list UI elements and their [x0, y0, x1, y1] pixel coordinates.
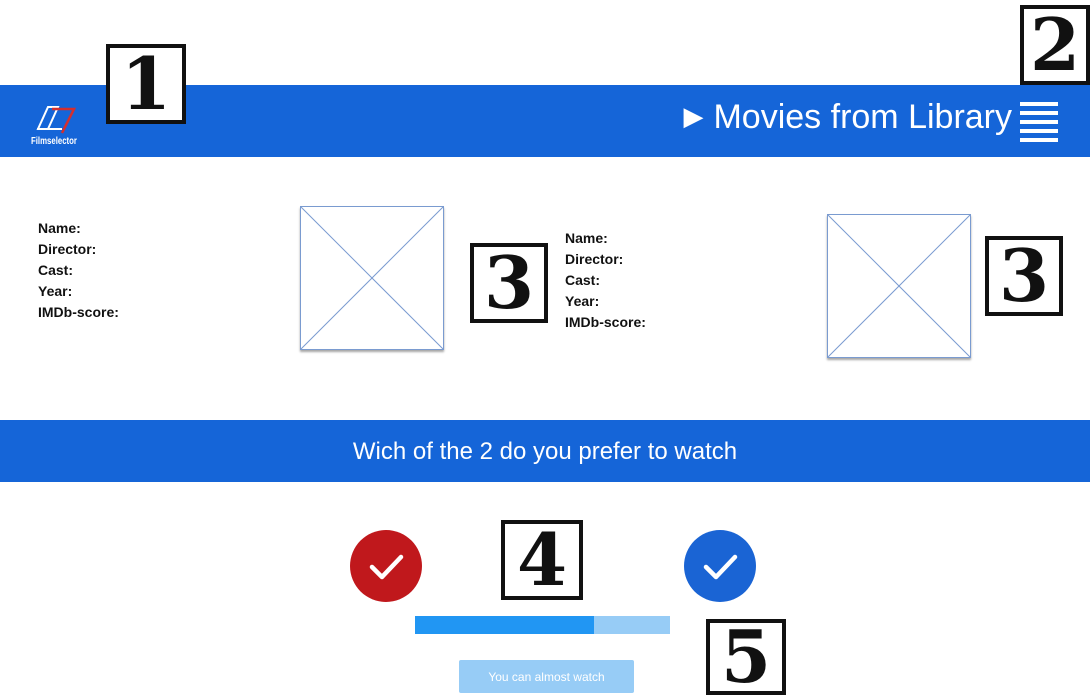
page-title: ▶ Movies from Library: [683, 98, 1012, 137]
movie-2-cast-label: Cast:: [565, 272, 601, 288]
check-icon: [369, 554, 404, 580]
callout-5: 5: [706, 619, 786, 695]
movie-1-name-label: Name:: [38, 220, 81, 236]
movie-1-year-label: Year:: [38, 283, 73, 299]
movie-2-year-label: Year:: [565, 293, 600, 309]
movie-2-details: Name: Director: Cast: Year: IMDb-score:: [565, 228, 646, 333]
page-title-text: Movies from Library: [713, 98, 1012, 136]
callout-4: 4: [501, 520, 583, 600]
movie-2-imdb-label: IMDb-score:: [565, 314, 646, 330]
callout-1: 1: [106, 44, 186, 124]
play-arrow-icon: ▶: [683, 101, 704, 131]
logo-wordmark: Filmselector: [31, 136, 77, 147]
movie-1-director-label: Director:: [38, 241, 97, 257]
movie-1-cast-label: Cast:: [38, 262, 74, 278]
choose-movie-2-button[interactable]: [684, 530, 756, 602]
movie-2-name-label: Name:: [565, 230, 608, 246]
movie-2-poster-image[interactable]: [827, 214, 971, 358]
movie-1-imdb-label: IMDb-score:: [38, 304, 119, 320]
check-icon: [703, 554, 738, 580]
movie-1-details: Name: Director: Cast: Year: IMDb-score:: [38, 218, 119, 323]
callout-3b: 3: [985, 236, 1063, 316]
progress-bar-fill: [415, 616, 594, 634]
question-text: Wich of the 2 do you prefer to watch: [352, 438, 738, 465]
callout-3a: 3: [470, 243, 548, 323]
watch-button[interactable]: You can almost watch: [459, 660, 634, 693]
movie-1-poster-image[interactable]: [300, 206, 444, 350]
choose-movie-1-button[interactable]: [350, 530, 422, 602]
callout-2: 2: [1020, 5, 1090, 85]
hamburger-menu-icon[interactable]: [1020, 102, 1058, 142]
movie-2-director-label: Director:: [565, 251, 624, 267]
